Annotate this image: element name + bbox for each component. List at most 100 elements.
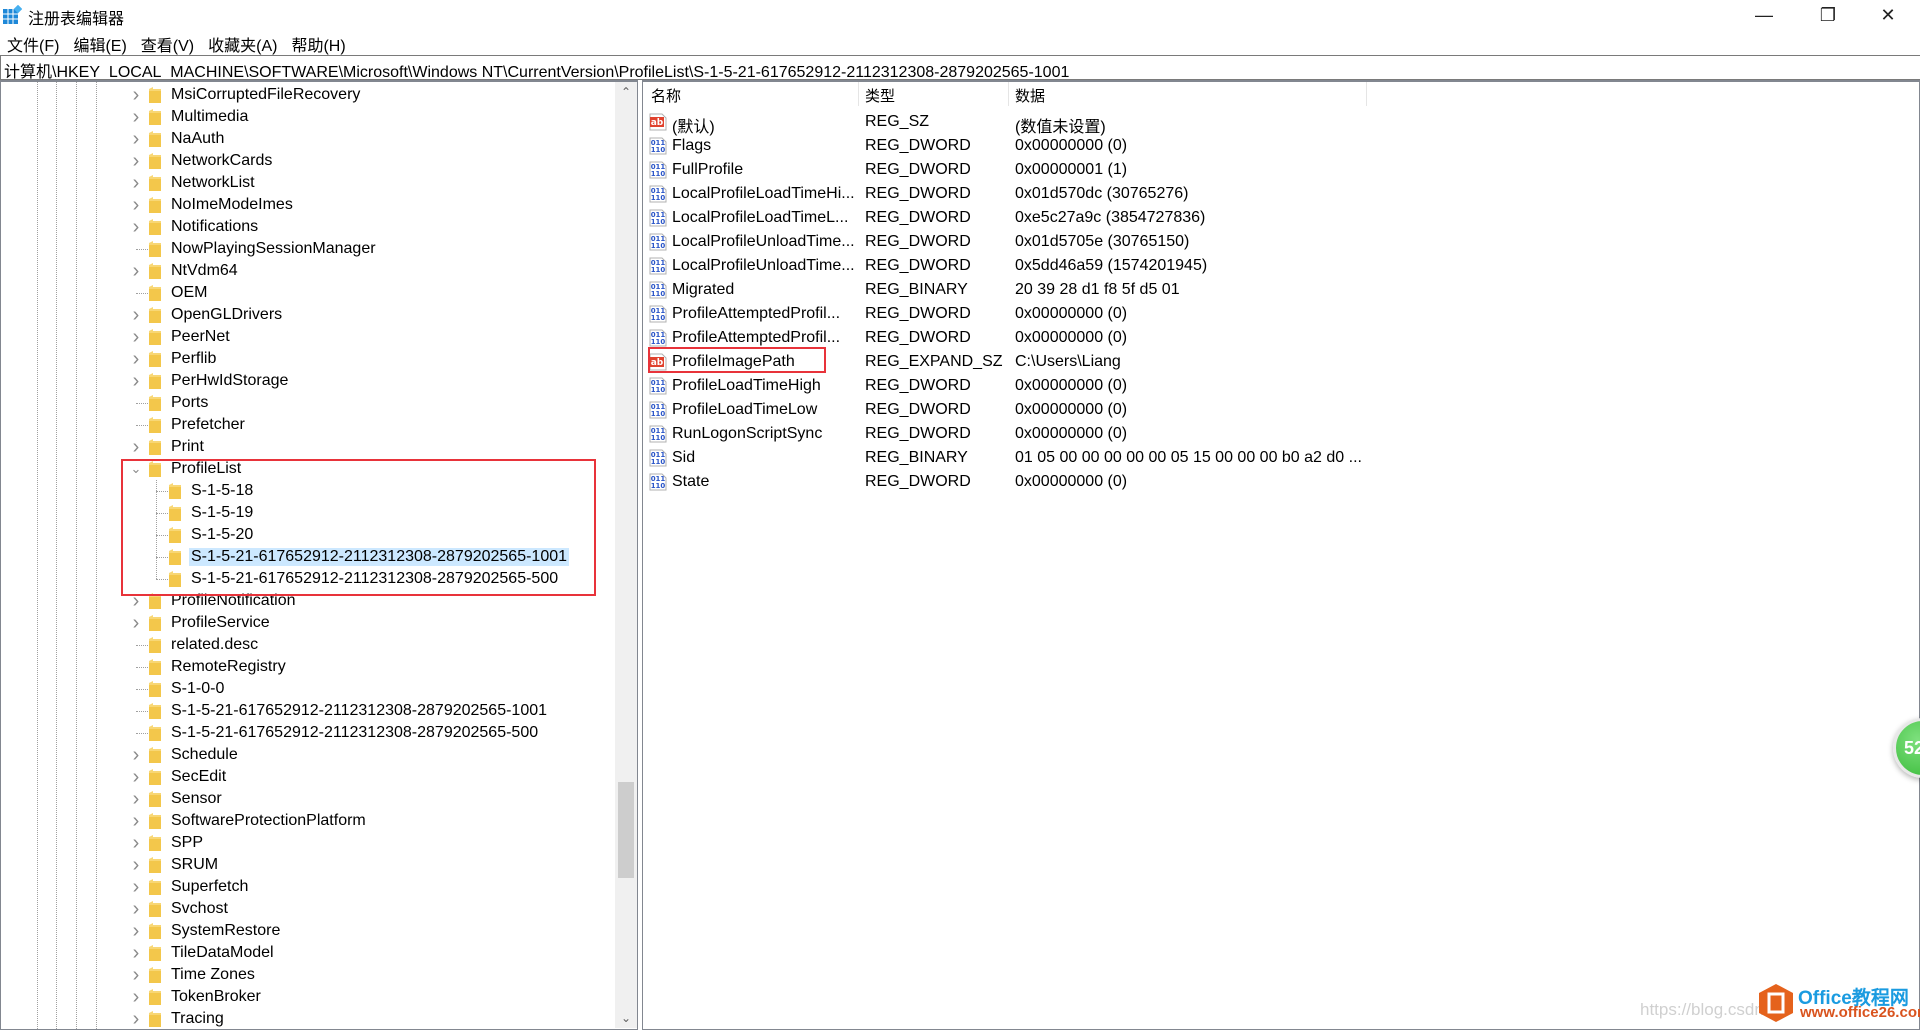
value-row[interactable]: 011 110 Flags REG_DWORD 0x00000000 (0) [643,134,1843,158]
tree-item[interactable]: S-1-5-21-617652912-2112312308-2879202565… [1,568,613,590]
chevron-right-icon[interactable]: › [129,591,143,611]
value-row[interactable]: 011 110 ProfileLoadTimeLow REG_DWORD 0x00000… [643,398,1843,422]
tree-item[interactable]: › SoftwareProtectionPlatform [1,810,613,832]
tree-item[interactable]: › Schedule [1,744,613,766]
tree-item[interactable]: › NoImeModeImes [1,194,613,216]
chevron-right-icon[interactable]: › [129,811,143,831]
value-row[interactable]: 011 110 ProfileLoadTimeHigh REG_DWORD 0x0000… [643,374,1843,398]
tree-item[interactable]: › Time Zones [1,964,613,986]
chevron-right-icon[interactable]: › [129,195,143,215]
value-row[interactable]: 011 110 LocalProfileUnloadTime... REG_DWORD… [643,230,1843,254]
tree-item[interactable]: › Tracing [1,1008,613,1029]
restore-button[interactable]: ❐ [1800,0,1856,30]
value-row[interactable]: ab (默认) REG_SZ (数值未设置) [643,110,1843,136]
column-header-name[interactable]: 名称 [651,85,681,106]
tree-item[interactable]: › Perflib [1,348,613,370]
value-row[interactable]: 011 110 LocalProfileLoadTimeL... REG_DWORD 0… [643,206,1843,230]
column-divider[interactable] [1008,82,1009,106]
tree-item[interactable]: › NaAuth [1,128,613,150]
tree-item[interactable]: Prefetcher [1,414,613,436]
value-row[interactable]: 011 110 ProfileAttemptedProfil... REG_DWORD… [643,326,1843,350]
column-header-type[interactable]: 类型 [865,85,895,106]
chevron-right-icon[interactable]: › [129,107,143,127]
value-row[interactable]: 011 110 ProfileAttemptedProfil... REG_DWORD… [643,302,1843,326]
tree-item[interactable]: S-1-5-21-617652912-2112312308-2879202565… [1,700,613,722]
tree-item[interactable]: › TileDataModel [1,942,613,964]
value-row[interactable]: 011 110 LocalProfileUnloadTime... REG_DWORD… [643,254,1843,278]
value-row[interactable]: ab ProfileImagePath REG_EXPAND_SZ C:\Users\… [643,350,1843,374]
tree-item[interactable]: OEM [1,282,613,304]
value-row[interactable]: 011 110 LocalProfileLoadTimeHi... REG_DWORD… [643,182,1843,206]
tree-item[interactable]: › NetworkList [1,172,613,194]
chevron-right-icon[interactable]: › [129,789,143,809]
tree-item[interactable]: › SRUM [1,854,613,876]
tree-item[interactable]: › Multimedia [1,106,613,128]
chevron-right-icon[interactable]: › [129,855,143,875]
chevron-right-icon[interactable]: › [129,371,143,391]
tree-item[interactable]: › TokenBroker [1,986,613,1008]
menu-favorites[interactable]: 收藏夹(A) [201,30,284,55]
chevron-right-icon[interactable]: › [129,613,143,633]
tree-item[interactable]: NowPlayingSessionManager [1,238,613,260]
chevron-right-icon[interactable]: › [129,129,143,149]
tree-scrollbar[interactable]: ⌃ ⌄ [615,82,637,1028]
menu-view[interactable]: 查看(V) [134,30,201,55]
column-divider[interactable] [858,82,859,106]
tree-item[interactable]: S-1-5-18 [1,480,613,502]
value-row[interactable]: 011 110 Migrated REG_BINARY 20 39 28 d1 f8 5… [643,278,1843,302]
chevron-right-icon[interactable]: › [129,899,143,919]
chevron-right-icon[interactable]: › [129,437,143,457]
chevron-right-icon[interactable]: › [129,833,143,853]
tree-item[interactable]: S-1-5-21-617652912-2112312308-2879202565… [1,722,613,744]
chevron-right-icon[interactable]: › [129,349,143,369]
chevron-down-icon[interactable]: ⌄ [129,460,143,478]
value-row[interactable]: 011 110 State REG_DWORD 0x00000000 (0) [643,470,1843,494]
chevron-right-icon[interactable]: › [129,987,143,1007]
tree-item[interactable]: › PeerNet [1,326,613,348]
chevron-right-icon[interactable]: › [129,173,143,193]
tree-item[interactable]: › Svchost [1,898,613,920]
address-bar[interactable]: 计算机\HKEY_LOCAL_MACHINE\SOFTWARE\Microsof… [0,55,1920,80]
chevron-right-icon[interactable]: › [129,745,143,765]
tree-item[interactable]: S-1-5-20 [1,524,613,546]
chevron-right-icon[interactable]: › [129,217,143,237]
tree-item[interactable]: ⌄ ProfileList [1,458,613,480]
tree-item[interactable]: › MsiCorruptedFileRecovery [1,84,613,106]
chevron-right-icon[interactable]: › [129,943,143,963]
tree-item[interactable]: › SystemRestore [1,920,613,942]
column-header-data[interactable]: 数据 [1015,85,1045,106]
tree-item[interactable]: S-1-5-21-617652912-2112312308-2879202565… [1,546,613,568]
chevron-right-icon[interactable]: › [129,1009,143,1029]
chevron-right-icon[interactable]: › [129,261,143,281]
chevron-right-icon[interactable]: › [129,151,143,171]
tree-item[interactable]: › NetworkCards [1,150,613,172]
tree-item[interactable]: › Superfetch [1,876,613,898]
tree-item[interactable]: S-1-5-19 [1,502,613,524]
chevron-right-icon[interactable]: › [129,921,143,941]
value-row[interactable]: 011 110 Sid REG_BINARY 01 05 00 00 00 00 00 … [643,446,1843,470]
chevron-right-icon[interactable]: › [129,305,143,325]
close-button[interactable]: ✕ [1860,0,1916,30]
tree-item[interactable]: › NtVdm64 [1,260,613,282]
menu-file[interactable]: 文件(F) [0,30,66,55]
tree-item[interactable]: › ProfileService [1,612,613,634]
minimize-button[interactable]: — [1736,0,1792,30]
tree-item[interactable]: › Sensor [1,788,613,810]
tree-item[interactable]: related.desc [1,634,613,656]
scroll-up-button[interactable]: ⌃ [615,82,637,102]
scroll-down-button[interactable]: ⌄ [615,1008,637,1028]
tree-item[interactable]: RemoteRegistry [1,656,613,678]
tree-item[interactable]: › ProfileNotification [1,590,613,612]
chevron-right-icon[interactable]: › [129,965,143,985]
menu-help[interactable]: 帮助(H) [284,30,352,55]
scroll-thumb[interactable] [618,782,634,878]
chevron-right-icon[interactable]: › [129,877,143,897]
menu-edit[interactable]: 编辑(E) [66,30,133,55]
chevron-right-icon[interactable]: › [129,767,143,787]
value-row[interactable]: 011 110 FullProfile REG_DWORD 0x00000001 (1) [643,158,1843,182]
tree-item[interactable]: › SPP [1,832,613,854]
column-divider[interactable] [1366,82,1367,106]
chevron-right-icon[interactable]: › [129,85,143,105]
tree-item[interactable]: S-1-0-0 [1,678,613,700]
tree-item[interactable]: › OpenGLDrivers [1,304,613,326]
